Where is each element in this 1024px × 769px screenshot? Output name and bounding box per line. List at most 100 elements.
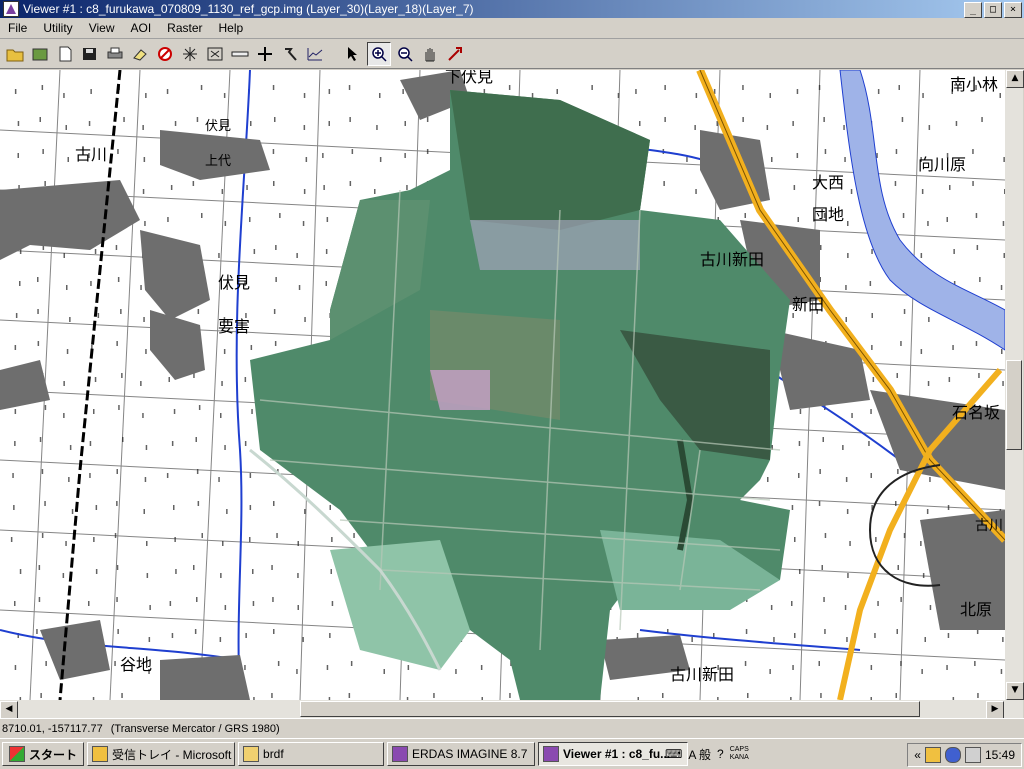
eraser-icon[interactable] bbox=[129, 43, 151, 65]
open-layer-icon[interactable] bbox=[29, 43, 51, 65]
open-folder-icon[interactable] bbox=[4, 43, 26, 65]
paddy-dot bbox=[376, 125, 378, 130]
tray-app-icon[interactable] bbox=[924, 747, 941, 763]
paddy-dot bbox=[824, 149, 827, 154]
select-arrow-icon[interactable] bbox=[342, 43, 364, 65]
menu-utility[interactable]: Utility bbox=[35, 21, 80, 35]
zoom-in-icon[interactable] bbox=[367, 41, 391, 66]
horizontal-scroll-thumb[interactable] bbox=[300, 701, 920, 717]
paddy-dot bbox=[63, 93, 65, 98]
paddy-dot bbox=[296, 253, 298, 258]
paddy-dot bbox=[15, 313, 18, 318]
paddy-dot bbox=[142, 125, 144, 130]
paddy-dot bbox=[17, 153, 19, 158]
horizontal-scrollbar[interactable]: ◀ ▶ bbox=[0, 700, 1005, 719]
vertical-scrollbar[interactable]: ▲ ▼ bbox=[1005, 70, 1024, 718]
map-viewer[interactable]: 下伏見 古川 伏見 上代 伏見 要害 古川新田 新田 大西 団地 向川原 南小林… bbox=[0, 70, 1005, 700]
paddy-dot bbox=[897, 565, 899, 570]
paddy-dot bbox=[297, 605, 299, 610]
ime-bar[interactable]: ⌨ A 般 ? CAPS KANA bbox=[665, 743, 749, 765]
zoom-extent-icon[interactable] bbox=[204, 43, 226, 65]
paddy-dot bbox=[897, 469, 899, 474]
scroll-right-arrow-icon[interactable]: ▶ bbox=[986, 701, 1004, 719]
scroll-left-arrow-icon[interactable]: ◀ bbox=[0, 701, 18, 719]
hammer-icon[interactable] bbox=[279, 43, 301, 65]
close-layer-icon[interactable] bbox=[154, 43, 176, 65]
tray-expand-icon[interactable]: « bbox=[914, 748, 921, 762]
paddy-dot bbox=[223, 93, 226, 98]
paddy-dot bbox=[173, 505, 175, 510]
vertical-scroll-thumb[interactable] bbox=[1006, 360, 1022, 450]
paddy-dot bbox=[63, 253, 65, 258]
menu-file[interactable]: File bbox=[0, 21, 35, 35]
paddy-dot bbox=[921, 669, 923, 674]
status-bar: 8710.01, -157117.77 (Transverse Mercator… bbox=[0, 718, 1024, 739]
maximize-button[interactable]: □ bbox=[984, 2, 1002, 18]
menu-help[interactable]: Help bbox=[211, 21, 252, 35]
crosshair-icon[interactable] bbox=[254, 43, 276, 65]
ime-mode[interactable]: A 般 bbox=[688, 746, 711, 763]
paddy-dot bbox=[981, 117, 983, 122]
paddy-dot bbox=[920, 349, 923, 354]
map-label: 谷地 bbox=[120, 655, 152, 674]
paddy-dot bbox=[691, 637, 693, 642]
print-icon[interactable] bbox=[104, 43, 126, 65]
new-document-icon[interactable] bbox=[54, 43, 76, 65]
paddy-dot bbox=[169, 601, 172, 606]
paddy-dot bbox=[145, 445, 148, 450]
paddy-dot bbox=[686, 157, 688, 162]
paddy-dot bbox=[89, 473, 91, 478]
paddy-dot bbox=[10, 537, 13, 542]
keyboard-icon[interactable]: ⌨ bbox=[665, 747, 682, 761]
clock[interactable]: 15:49 bbox=[985, 748, 1015, 762]
paddy-dot bbox=[122, 437, 124, 442]
menu-raster[interactable]: Raster bbox=[159, 21, 210, 35]
menu-view[interactable]: View bbox=[81, 21, 123, 35]
pan-hand-icon[interactable] bbox=[419, 43, 441, 65]
inquire-icon[interactable] bbox=[444, 43, 466, 65]
title-bar: Viewer #1 : c8_furukawa_070809_1130_ref_… bbox=[0, 0, 1024, 18]
help-icon[interactable]: ? bbox=[717, 747, 724, 761]
paddy-dot bbox=[249, 537, 251, 542]
close-button[interactable]: × bbox=[1004, 2, 1022, 18]
menu-aoi[interactable]: AOI bbox=[122, 21, 159, 35]
zoom-out-icon[interactable] bbox=[394, 43, 416, 65]
paddy-dot bbox=[95, 505, 98, 510]
network-icon[interactable] bbox=[944, 747, 961, 763]
paddy-dot bbox=[926, 509, 929, 514]
scroll-down-arrow-icon[interactable]: ▼ bbox=[1006, 682, 1024, 700]
paddy-dot bbox=[246, 185, 248, 190]
paddy-dot bbox=[66, 349, 69, 354]
paddy-dot bbox=[117, 629, 119, 634]
paddy-dot bbox=[870, 665, 873, 670]
paddy-dot bbox=[849, 541, 851, 546]
paddy-dot bbox=[845, 317, 847, 322]
paddy-dot bbox=[946, 217, 948, 222]
map-label: 南小林 bbox=[950, 75, 998, 94]
paddy-dot bbox=[799, 569, 801, 574]
scroll-up-arrow-icon[interactable]: ▲ bbox=[1006, 70, 1024, 88]
task-erdas[interactable]: ERDAS IMAGINE 8.7 bbox=[387, 742, 536, 766]
profile-icon[interactable] bbox=[304, 43, 326, 65]
paddy-dot bbox=[116, 597, 118, 602]
paddy-dot bbox=[744, 661, 747, 666]
start-button[interactable]: スタート bbox=[2, 742, 85, 766]
task-brdf[interactable]: brdf bbox=[238, 742, 385, 766]
paddy-dot bbox=[195, 437, 197, 442]
paddy-dot bbox=[793, 185, 796, 190]
paddy-dot bbox=[744, 213, 746, 218]
paddy-dot bbox=[149, 605, 151, 610]
measure-ruler-icon[interactable] bbox=[229, 43, 251, 65]
window-title: Viewer #1 : c8_furukawa_070809_1130_ref_… bbox=[23, 2, 474, 16]
task-outlook[interactable]: 受信トレイ - Microsoft ... bbox=[87, 742, 236, 766]
paddy-dot bbox=[922, 573, 925, 578]
minimize-button[interactable]: _ bbox=[964, 2, 982, 18]
paddy-dot bbox=[14, 89, 17, 94]
zoom-fit-icon[interactable] bbox=[179, 43, 201, 65]
paddy-dot bbox=[928, 125, 931, 130]
monitor-icon[interactable] bbox=[964, 747, 981, 763]
paddy-dot bbox=[898, 85, 900, 90]
paddy-dot bbox=[322, 153, 324, 158]
save-icon[interactable] bbox=[79, 43, 101, 65]
paddy-dot bbox=[869, 281, 872, 286]
